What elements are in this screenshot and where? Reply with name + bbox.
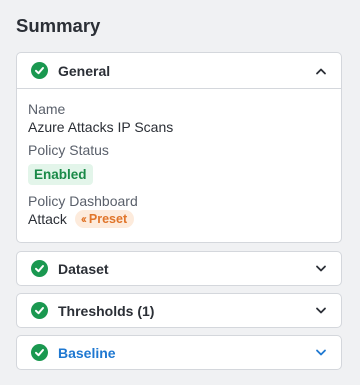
section-thresholds-label: Thresholds (1) bbox=[58, 302, 155, 319]
section-dataset: Dataset bbox=[16, 251, 342, 286]
policy-dashboard-value: Attack bbox=[28, 211, 67, 227]
policy-status-label: Policy Status bbox=[28, 142, 109, 158]
section-baseline-header[interactable]: Baseline bbox=[17, 336, 341, 369]
policy-dashboard-label: Policy Dashboard bbox=[28, 193, 138, 209]
chevron-up-icon[interactable] bbox=[315, 67, 327, 75]
check-circle-icon bbox=[31, 302, 48, 319]
section-general-body: Name Azure Attacks IP Scans Policy Statu… bbox=[17, 88, 341, 240]
name-value: Azure Attacks IP Scans bbox=[28, 119, 174, 135]
double-chevron-left-icon: ‹‹ bbox=[80, 212, 87, 226]
preset-badge-label: Preset bbox=[88, 212, 128, 226]
section-dataset-header[interactable]: Dataset bbox=[17, 252, 341, 285]
chevron-down-icon[interactable] bbox=[315, 307, 327, 315]
policy-dashboard-row: Attack ‹‹ Preset bbox=[28, 210, 330, 228]
section-thresholds: Thresholds (1) bbox=[16, 293, 342, 328]
section-general-header[interactable]: General bbox=[17, 53, 341, 88]
chevron-down-icon[interactable] bbox=[315, 265, 327, 273]
name-label: Name bbox=[28, 101, 66, 117]
check-circle-icon bbox=[31, 260, 48, 277]
page-title: Summary bbox=[16, 15, 101, 36]
preset-badge: ‹‹ Preset bbox=[74, 210, 135, 228]
section-thresholds-header[interactable]: Thresholds (1) bbox=[17, 294, 341, 327]
section-dataset-label: Dataset bbox=[58, 260, 109, 277]
check-circle-icon bbox=[31, 344, 48, 361]
check-circle-icon bbox=[31, 62, 48, 79]
section-baseline-label: Baseline bbox=[58, 344, 116, 361]
status-badge: Enabled bbox=[28, 164, 93, 185]
chevron-down-icon[interactable] bbox=[315, 349, 327, 357]
section-baseline: Baseline bbox=[16, 335, 342, 370]
section-general: General Name Azure Attacks IP Scans Poli… bbox=[16, 52, 342, 243]
section-general-label: General bbox=[58, 62, 111, 79]
